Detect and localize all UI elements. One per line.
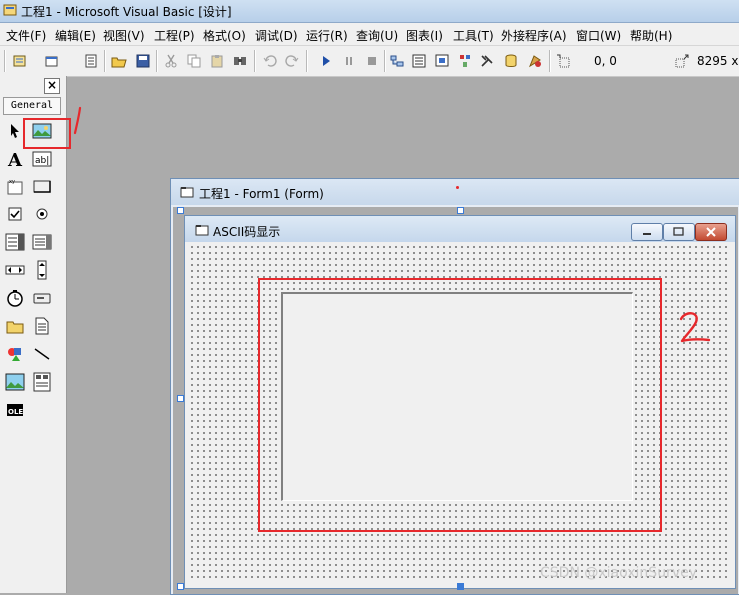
hscrollbar-tool-icon[interactable] [4,259,26,281]
annotation-box-2 [258,278,662,532]
form-title-bar[interactable]: ASCII码显示 [185,216,735,242]
maximize-button[interactable] [663,223,695,241]
ole-tool-icon[interactable]: OLE [4,399,26,421]
title-bar: 工程1 - Microsoft Visual Basic [设计] [0,0,739,23]
menu-view[interactable]: 视图(V) [103,27,145,44]
window-title: 工程1 - Microsoft Visual Basic [设计] [21,5,232,19]
project-explorer-icon[interactable] [389,53,405,69]
combobox-tool-icon[interactable] [4,231,26,253]
toolbox-general-tab[interactable]: General [3,97,61,115]
toolbar-separator [384,50,386,72]
optionbutton-tool-icon[interactable] [31,203,53,225]
find-icon[interactable] [232,53,248,69]
textbox-tool-icon[interactable]: ab| [31,148,53,170]
annotation-box-1 [23,118,71,149]
commandbutton-tool-icon[interactable] [31,176,53,198]
toolbar-separator [254,50,256,72]
position-icon [555,53,571,69]
annotation-label-1 [70,106,86,136]
toolbox-close-button[interactable]: × [44,78,60,94]
image-tool-icon[interactable] [4,371,26,393]
drivelistbox-tool-icon[interactable] [31,287,53,309]
menu-format[interactable]: 格式(O) [203,27,246,44]
form-window-icon [180,186,194,198]
undo-icon[interactable] [262,53,278,69]
menu-debug[interactable]: 调试(D) [255,27,298,44]
redo-icon[interactable] [284,53,300,69]
resize-handle[interactable] [177,583,184,590]
break-icon[interactable] [341,53,357,69]
dirlistbox-tool-icon[interactable] [4,315,26,337]
menu-help[interactable]: 帮助(H) [630,27,672,44]
toolbar-separator [306,50,308,72]
line-tool-icon[interactable] [31,343,53,365]
menu-query[interactable]: 查询(U) [356,27,398,44]
menu-tools[interactable]: 工具(T) [453,27,494,44]
menu-diagram[interactable]: 图表(I) [406,27,443,44]
svg-text:A: A [7,150,23,168]
menu-run[interactable]: 运行(R) [306,27,348,44]
toolbar-separator [104,50,106,72]
menu-addins[interactable]: 外接程序(A) [501,27,567,44]
resize-handle[interactable] [177,207,184,214]
label-tool-icon[interactable]: A [4,148,26,170]
menu-project[interactable]: 工程(P) [154,27,195,44]
cut-icon[interactable] [163,53,179,69]
menu-file[interactable]: 文件(F) [6,27,46,44]
timer-tool-icon[interactable] [4,287,26,309]
size-readout: 8295 x [697,54,739,68]
listbox-tool-icon[interactable] [31,231,53,253]
resize-handle[interactable] [457,207,464,214]
object-browser-icon[interactable] [457,53,473,69]
checkbox-tool-icon[interactable] [4,203,26,225]
form-caption-icon [195,224,209,236]
toolbox-icon[interactable] [479,53,495,69]
standard-toolbar: 0, 0 8295 x [0,46,739,77]
size-icon [674,53,690,69]
minimize-button[interactable] [631,223,663,241]
paste-icon[interactable] [209,53,225,69]
menu-bar: 文件(F) 编辑(E) 视图(V) 工程(P) 格式(O) 调试(D) 运行(R… [0,23,739,46]
svg-text:xy: xy [9,179,15,185]
form-layout-icon[interactable] [434,53,450,69]
end-icon[interactable] [364,53,380,69]
svg-text:OLE: OLE [8,408,23,416]
vb-app-icon[interactable] [3,3,17,17]
close-button[interactable] [695,223,727,241]
resize-handle[interactable] [177,395,184,402]
annotation-dot [456,186,459,189]
open-project-icon[interactable] [111,53,127,69]
properties-window-icon[interactable] [411,53,427,69]
data-tool-icon[interactable] [31,371,53,393]
toolbox-panel: × General A ab| xy OLE [0,76,67,593]
menu-edit[interactable]: 编辑(E) [55,27,96,44]
copy-icon[interactable] [186,53,202,69]
component-manager-icon[interactable] [527,53,543,69]
save-project-icon[interactable] [135,53,151,69]
annotation-label-2 [676,310,712,346]
menu-editor-icon[interactable] [83,53,99,69]
shape-tool-icon[interactable] [4,343,26,365]
svg-text:ab|: ab| [35,156,49,166]
designer-title-bar[interactable]: 工程1 - Form1 (Form) [171,179,739,205]
frame-tool-icon[interactable]: xy [4,176,26,198]
add-form-icon[interactable] [44,53,60,69]
add-project-icon[interactable] [12,53,28,69]
form-caption: ASCII码显示 [213,225,281,239]
vscrollbar-tool-icon[interactable] [31,259,53,281]
data-view-icon[interactable] [503,53,519,69]
menu-window[interactable]: 窗口(W) [576,27,621,44]
toolbar-separator [549,50,551,72]
position-readout: 0, 0 [594,54,617,68]
toolbar-grip[interactable] [4,50,6,72]
designer-title: 工程1 - Form1 (Form) [199,187,324,201]
toolbar-separator [156,50,158,72]
filelistbox-tool-icon[interactable] [31,315,53,337]
resize-handle[interactable] [457,583,464,590]
start-icon[interactable] [318,53,334,69]
watermark: CSDN @xiaoxinSurvey [540,565,698,581]
